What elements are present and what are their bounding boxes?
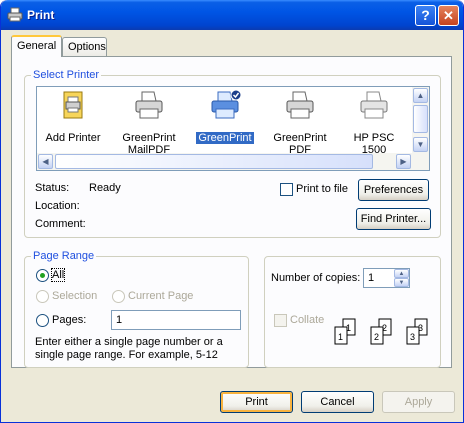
printer-icon — [360, 91, 388, 119]
window-title: Print — [27, 8, 55, 22]
selection-radio — [36, 290, 49, 303]
print-to-file-checkbox[interactable] — [280, 183, 293, 196]
all-pages-radio[interactable] — [36, 269, 49, 282]
find-printer-button[interactable]: Find Printer... — [356, 208, 431, 230]
tab-options[interactable]: Options — [62, 37, 107, 56]
printer-icon — [7, 7, 23, 22]
printer-item-greenprint[interactable]: GreenPrint — [189, 89, 261, 156]
pages-radio[interactable] — [36, 314, 49, 327]
scroll-right-icon[interactable]: ▶ — [396, 154, 411, 169]
scroll-left-icon[interactable]: ◀ — [38, 154, 53, 169]
radio-selected-dot — [40, 273, 45, 278]
scroll-down-icon[interactable]: ▼ — [413, 137, 428, 152]
current-page-label: Current Page — [128, 290, 194, 302]
cancel-button[interactable]: Cancel — [301, 391, 374, 413]
close-button[interactable]: ✕ — [438, 5, 459, 26]
spin-up-icon[interactable]: ▲ — [394, 269, 409, 278]
page-range-hint: Enter either a single page number or a s… — [35, 336, 223, 361]
printer-name: GreenPrint — [196, 132, 254, 144]
print-button[interactable]: Print — [220, 391, 293, 413]
printer-item-greenprint-mailpdf[interactable]: GreenPrint MailPDF — [113, 89, 185, 156]
collate-label: Collate — [290, 314, 325, 326]
print-dialog: Print ? ✕ General Options Select Printer… — [0, 0, 464, 423]
collate-checkbox — [274, 314, 287, 327]
title-bar[interactable]: Print ? ✕ — [1, 0, 463, 30]
printer-icon — [286, 91, 314, 119]
vertical-scroll-thumb[interactable] — [413, 105, 428, 133]
tab-general[interactable]: General — [11, 35, 62, 57]
location-label: Location: — [35, 200, 80, 212]
printer-name: GreenPrint — [273, 132, 327, 144]
spin-down-icon[interactable]: ▼ — [394, 278, 409, 287]
printer-name: Add Printer — [45, 132, 101, 144]
printer-item-greenprint-pdf[interactable]: GreenPrint PDF — [264, 89, 336, 156]
apply-button: Apply — [382, 391, 455, 413]
selection-label: Selection — [52, 290, 98, 302]
add-printer-icon — [63, 91, 83, 119]
printer-item-add-printer[interactable]: Add Printer — [37, 89, 109, 156]
comment-label: Comment: — [35, 218, 86, 230]
collate-page-number: 3 — [410, 332, 415, 342]
printer-list[interactable]: Add Printer GreenPrint MailPDF GreenPrin… — [36, 86, 430, 171]
horizontal-scroll-thumb[interactable] — [55, 154, 373, 169]
status-label: Status: — [35, 182, 70, 194]
current-page-radio — [112, 290, 125, 303]
printer-icon — [135, 91, 163, 119]
page-range-legend: Page Range — [31, 250, 97, 262]
printer-name: GreenPrint — [122, 132, 176, 144]
print-to-file-label[interactable]: Print to file — [296, 183, 348, 195]
number-of-copies-label: Number of copies: — [271, 272, 361, 284]
default-printer-icon — [211, 89, 242, 119]
help-button[interactable]: ? — [415, 5, 436, 26]
pages-label[interactable]: Pages: — [52, 314, 86, 326]
printer-list-vertical-scrollbar[interactable]: ▲ ▼ — [412, 87, 429, 154]
collate-page-number: 1 — [338, 332, 343, 342]
pages-input[interactable]: 1 — [111, 310, 241, 330]
scroll-up-icon[interactable]: ▲ — [413, 88, 428, 103]
printer-list-horizontal-scrollbar[interactable]: ◀ ▶ — [37, 153, 429, 170]
collate-page-number: 2 — [374, 332, 379, 342]
select-printer-legend: Select Printer — [31, 69, 102, 81]
preferences-button[interactable]: Preferences — [358, 179, 429, 201]
copies-spinner[interactable]: ▲ ▼ — [394, 269, 409, 287]
status-value: Ready — [89, 182, 121, 194]
collate-pages-icon: 1 1 2 2 3 3 — [334, 318, 428, 345]
all-pages-label[interactable]: All — [50, 268, 66, 282]
